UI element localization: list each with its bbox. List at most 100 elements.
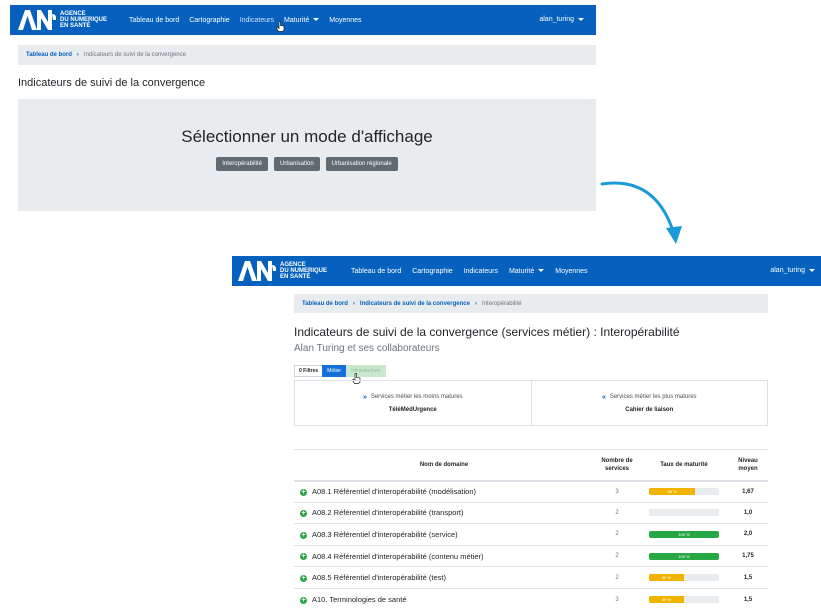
services-count: 2 bbox=[594, 523, 640, 546]
average-level: 1,67 bbox=[728, 480, 768, 503]
domain-cell: + A10. Terminologies de santé bbox=[294, 587, 594, 611]
urbanisation-regionale-button[interactable]: Urbanisation régionale bbox=[325, 157, 398, 171]
table-row[interactable]: + A08.5 Référentiel d'interopérabilité (t… bbox=[294, 566, 768, 589]
maturity-progress-bar: 100 % bbox=[649, 552, 719, 560]
ans-logo-mark-icon bbox=[18, 10, 56, 30]
nav-item-cartographie[interactable]: Cartographie bbox=[189, 17, 229, 24]
most-mature-heading: « Services métier les plus matures bbox=[602, 394, 697, 401]
nav-item-maturite-label: Maturité bbox=[508, 267, 535, 275]
nav-item-maturite-label: Maturité bbox=[283, 16, 310, 24]
ans-logo-mark-icon bbox=[238, 261, 276, 281]
filter-toolbar: 0 Filtres Métier Infrastructure bbox=[294, 365, 386, 377]
domain-cell: + A08.4 Référentiel d'interopérabilité (c… bbox=[294, 544, 594, 567]
ans-logo-text: AGENCE DU NUMERIQUE EN SANTÉ bbox=[60, 11, 107, 29]
most-mature-card: « Services métier les plus matures Cahie… bbox=[530, 381, 768, 425]
domain-name: A10. Terminologies de santé bbox=[312, 595, 407, 605]
breadcrumb-current: Interopérabilité bbox=[481, 300, 522, 307]
maturity-progress-bar: 100 % bbox=[649, 530, 719, 538]
breadcrumb-home-link[interactable]: Tableau de bord bbox=[26, 52, 72, 58]
table-row[interactable]: + A08.1 Référentiel d'interopérabilité (m… bbox=[294, 480, 768, 503]
expand-plus-icon[interactable]: + bbox=[300, 574, 307, 582]
nav-item-moyennes[interactable]: Moyennes bbox=[555, 268, 587, 275]
nav-item-moyennes[interactable]: Moyennes bbox=[329, 17, 361, 24]
filters-label: Filtres bbox=[303, 368, 319, 374]
display-mode-panel: Sélectionner un mode d'affichage Interop… bbox=[18, 99, 596, 211]
average-level: 1,5 bbox=[728, 587, 768, 611]
average-level: 1,0 bbox=[728, 501, 768, 524]
domain-cell: + A08.2 Référentiel d'interopérabilité (t… bbox=[294, 501, 594, 524]
maturity-progress-bar bbox=[649, 509, 719, 517]
ans-logo[interactable]: AGENCE DU NUMERIQUE EN SANTÉ bbox=[18, 10, 107, 30]
average-level: 1,5 bbox=[728, 566, 768, 589]
least-mature-value: TéléMédUrgence bbox=[388, 406, 437, 413]
header-domain[interactable]: Nom de domaine bbox=[294, 449, 594, 482]
nav-item-cartographie[interactable]: Cartographie bbox=[412, 268, 452, 275]
filters-button[interactable]: 0 Filtres bbox=[294, 365, 323, 377]
maturity-progress-fill: 100 % bbox=[649, 530, 719, 538]
nav-item-tableau-de-bord[interactable]: Tableau de bord bbox=[351, 268, 401, 275]
display-mode-title: Sélectionner un mode d'affichage bbox=[181, 127, 433, 146]
header-rate[interactable]: Taux de maturité bbox=[640, 449, 728, 482]
user-name: alan_turing bbox=[770, 267, 805, 274]
top-navbar: AGENCE DU NUMERIQUE EN SANTÉ Tableau de … bbox=[10, 5, 596, 35]
caret-down-icon bbox=[538, 269, 545, 273]
maturity-progress-bar: 50 % bbox=[649, 574, 719, 582]
user-menu[interactable]: alan_turing bbox=[539, 16, 584, 23]
maturity-progress-bar: 50 % bbox=[649, 596, 719, 604]
least-mature-heading-label: Services métier les moins matures bbox=[370, 394, 463, 400]
breadcrumb-home-link[interactable]: Tableau de bord bbox=[302, 301, 348, 307]
hand-cursor-icon bbox=[276, 21, 285, 32]
expand-plus-icon[interactable]: + bbox=[300, 488, 307, 496]
most-mature-heading-label: Services métier les plus matures bbox=[609, 394, 697, 400]
maturity-progress-fill: 50 % bbox=[649, 596, 684, 604]
expand-plus-icon[interactable]: + bbox=[300, 509, 307, 517]
least-mature-heading: » Services métier les moins matures bbox=[363, 394, 463, 401]
services-count: 2 bbox=[594, 566, 640, 589]
breadcrumb-separator: › bbox=[76, 52, 79, 58]
breadcrumb: Tableau de bord › Indicateurs de suivi d… bbox=[294, 294, 768, 313]
domain-maturity-table: Nom de domaine Nombre de services Taux d… bbox=[294, 449, 768, 611]
table-row[interactable]: + A08.2 Référentiel d'interopérabilité (t… bbox=[294, 501, 768, 524]
least-mature-card: » Services métier les moins matures Télé… bbox=[295, 381, 531, 425]
caret-down-icon bbox=[578, 17, 584, 21]
maturity-rate-cell: 100 % bbox=[640, 544, 728, 567]
header-level[interactable]: Niveau moyen bbox=[728, 449, 768, 482]
user-menu[interactable]: alan_turing bbox=[770, 267, 815, 274]
domain-name: A08.2 Référentiel d'interopérabilité (tr… bbox=[312, 508, 464, 518]
expand-plus-icon[interactable]: + bbox=[300, 531, 307, 539]
maturity-summary-cards: » Services métier les moins matures Télé… bbox=[294, 380, 768, 426]
flow-arrow-icon bbox=[600, 181, 682, 244]
metier-toggle-button[interactable]: Métier bbox=[322, 365, 347, 377]
expand-plus-icon[interactable]: + bbox=[300, 553, 307, 561]
page-title: Indicateurs de suivi de la convergence (… bbox=[294, 325, 680, 339]
nav-item-tableau-de-bord[interactable]: Tableau de bord bbox=[129, 17, 179, 24]
expand-plus-icon[interactable]: + bbox=[300, 596, 307, 604]
interoperabilite-button[interactable]: Interopérabilité bbox=[216, 157, 268, 171]
nav-item-indicateurs[interactable]: Indicateurs bbox=[464, 268, 498, 275]
domain-name: A08.4 Référentiel d'interopérabilité (co… bbox=[312, 551, 484, 561]
nav-item-indicateurs[interactable]: Indicateurs bbox=[240, 17, 274, 24]
nav-item-maturite[interactable]: Maturité bbox=[508, 267, 545, 275]
services-count: 3 bbox=[594, 587, 640, 611]
urbanisation-button[interactable]: Urbanisation bbox=[273, 157, 320, 171]
nav-item-maturite[interactable]: Maturité bbox=[283, 16, 320, 24]
services-count: 2 bbox=[594, 544, 640, 567]
maturity-rate-cell bbox=[640, 501, 728, 524]
page-subtitle: Alan Turing et ses collaborateurs bbox=[294, 343, 440, 354]
header-services[interactable]: Nombre de services bbox=[594, 449, 640, 482]
domain-cell: + A08.3 Référentiel d'interopérabilité (s… bbox=[294, 523, 594, 546]
domain-name: A08.1 Référentiel d'interopérabilité (mo… bbox=[312, 487, 477, 497]
table-row[interactable]: + A08.4 Référentiel d'interopérabilité (c… bbox=[294, 544, 768, 567]
breadcrumb-parent-link[interactable]: Indicateurs de suivi de la convergence bbox=[360, 301, 470, 307]
maturity-rate-cell: 100 % bbox=[640, 523, 728, 546]
maturity-rate-cell: 50 % bbox=[640, 566, 728, 589]
table-row[interactable]: + A08.3 Référentiel d'interopérabilité (s… bbox=[294, 523, 768, 546]
maturity-progress-fill: 50 % bbox=[649, 574, 684, 582]
table-row[interactable]: + A10. Terminologies de santé 3 50 % 1,5 bbox=[294, 587, 768, 611]
ans-logo[interactable]: AGENCE DU NUMERIQUE EN SANTÉ bbox=[238, 261, 327, 281]
domain-cell: + A08.5 Référentiel d'interopérabilité (t… bbox=[294, 566, 594, 589]
average-level: 2,0 bbox=[728, 523, 768, 546]
maturity-progress-bar: 66 % bbox=[649, 488, 719, 496]
breadcrumb: Tableau de bord › Indicateurs de suivi d… bbox=[18, 45, 596, 65]
breadcrumb-separator: › bbox=[474, 300, 477, 307]
